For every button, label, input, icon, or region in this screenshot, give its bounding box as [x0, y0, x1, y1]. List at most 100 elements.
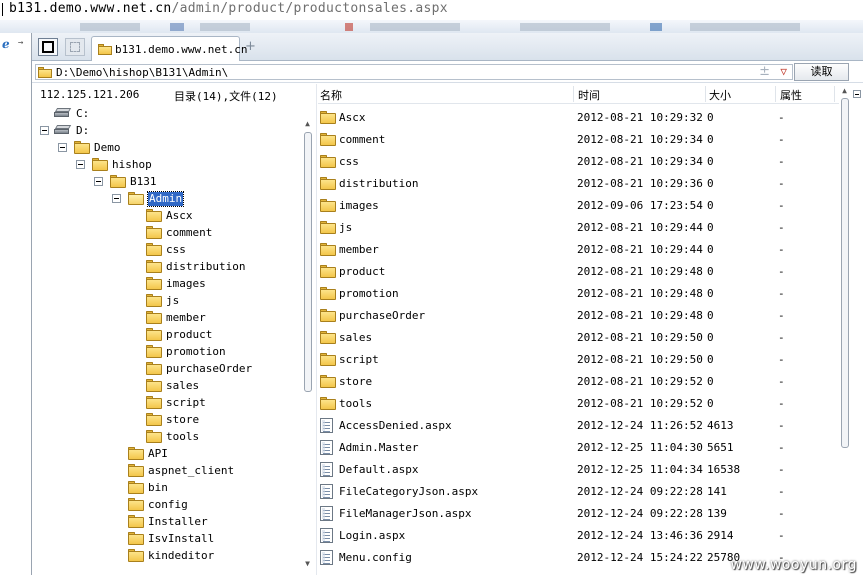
- arrow-right-icon: →: [18, 38, 24, 48]
- file-size: 0: [707, 397, 714, 410]
- table-row[interactable]: promotion 2012-08-21 10:29:48 0 -: [318, 283, 838, 305]
- toggle-panel-button[interactable]: [38, 38, 58, 56]
- table-row[interactable]: script 2012-08-21 10:29:50 0 -: [318, 349, 838, 371]
- file-time: 2012-08-21 10:29:34: [577, 155, 703, 168]
- scroll-thumb[interactable]: [304, 132, 312, 392]
- file-attr: -: [778, 111, 785, 124]
- path-input[interactable]: D:\Demo\hishop\B131\Admin\ ± ▽: [35, 64, 793, 80]
- file-name: AccessDenied.aspx: [339, 419, 452, 432]
- scroll-thumb[interactable]: [841, 98, 849, 448]
- address-bar[interactable]: b131.demo.www.net.cn/admin/product/produ…: [0, 0, 863, 20]
- tree-scrollbar[interactable]: ▲ ▼: [302, 120, 313, 570]
- scroll-up-icon[interactable]: ▲: [303, 120, 312, 128]
- table-row[interactable]: Login.aspx 2012-12-24 13:46:36 2914 -: [318, 525, 838, 547]
- column-time[interactable]: 时间: [578, 87, 600, 103]
- table-row[interactable]: css 2012-08-21 10:29:34 0 -: [318, 151, 838, 173]
- tree-node-label: aspnet_client: [148, 464, 235, 477]
- new-tab-button[interactable]: +: [245, 39, 256, 54]
- file-attr: -: [778, 287, 785, 300]
- table-row[interactable]: FileCategoryJson.aspx 2012-12-24 09:22:28…: [318, 481, 838, 503]
- folder-icon: [320, 243, 336, 259]
- table-row[interactable]: FileManagerJson.aspx 2012-12-24 09:22:28 1…: [318, 503, 838, 525]
- file-list-scrollbar[interactable]: ▲: [839, 84, 850, 575]
- file-name: Admin.Master: [339, 441, 419, 454]
- column-separator[interactable]: [775, 86, 776, 102]
- file-size: 141: [707, 485, 727, 498]
- tree-node-label: product: [166, 328, 213, 341]
- file-name: member: [339, 243, 379, 256]
- file-time: 2012-12-24 09:22:28: [577, 485, 703, 498]
- directory-tree: C: D: Demo hishop B131 Admin Ascx comment css dis…: [32, 106, 302, 575]
- left-gutter: ℯ →: [0, 33, 32, 575]
- folder-icon: [320, 375, 336, 391]
- square-icon: [70, 42, 80, 52]
- table-row[interactable]: tools 2012-08-21 10:29:52 0 -: [318, 393, 838, 415]
- collapse-icon[interactable]: [94, 177, 103, 186]
- scroll-down-icon[interactable]: ▼: [303, 560, 312, 568]
- drive-icon: [54, 125, 72, 138]
- tab-bar: b131.demo.www.net.cn +: [32, 33, 863, 61]
- collapse-icon[interactable]: [76, 160, 85, 169]
- read-button[interactable]: 读取: [794, 63, 849, 81]
- folder-icon: [146, 260, 162, 276]
- file-time: 2012-12-24 09:22:28: [577, 507, 703, 520]
- collapse-icon[interactable]: [58, 143, 67, 152]
- address-url[interactable]: b131.demo.www.net.cn/admin/product/produ…: [9, 0, 448, 17]
- table-row[interactable]: Ascx 2012-08-21 10:29:32 0 -: [318, 107, 838, 129]
- tree-node-label: distribution: [166, 260, 246, 273]
- collapse-icon[interactable]: [853, 90, 861, 98]
- tree-node-label: member: [166, 311, 206, 324]
- file-name: css: [339, 155, 359, 168]
- column-separator[interactable]: [705, 86, 706, 102]
- folder-icon: [128, 464, 144, 480]
- tree-node-label: script: [166, 396, 206, 409]
- scroll-up-icon[interactable]: ▲: [840, 87, 849, 95]
- path-text: D:\Demo\hishop\B131\Admin\: [56, 66, 229, 79]
- column-size[interactable]: 大小: [709, 87, 731, 103]
- file-time: 2012-08-21 10:29:32: [577, 111, 703, 124]
- file-attr: -: [778, 463, 785, 476]
- chevron-down-icon[interactable]: ▽: [780, 65, 787, 78]
- text-cursor: [2, 3, 3, 16]
- collapse-icon[interactable]: [112, 194, 121, 203]
- collapse-icon[interactable]: [40, 126, 49, 135]
- folder-icon: [146, 379, 162, 395]
- table-row[interactable]: purchaseOrder 2012-08-21 10:29:48 0 -: [318, 305, 838, 327]
- tree-node-label: purchaseOrder: [166, 362, 253, 375]
- folder-icon: [146, 362, 162, 378]
- table-row[interactable]: Admin.Master 2012-12-25 11:04:30 5651 -: [318, 437, 838, 459]
- file-time: 2012-08-21 10:29:44: [577, 243, 703, 256]
- add-bookmark-icon[interactable]: ±: [759, 64, 770, 79]
- folder-icon: [128, 447, 144, 463]
- file-attr: -: [778, 177, 785, 190]
- column-separator[interactable]: [834, 86, 835, 102]
- tree-node-label: hishop: [112, 158, 152, 171]
- tab-site[interactable]: b131.demo.www.net.cn: [91, 36, 247, 61]
- column-attr[interactable]: 属性: [780, 87, 802, 103]
- secondary-panel-button[interactable]: [65, 38, 85, 56]
- folder-icon: [146, 345, 162, 361]
- folder-icon: [146, 226, 162, 242]
- table-row[interactable]: AccessDenied.aspx 2012-12-24 11:26:52 4613…: [318, 415, 838, 437]
- background-window-strip: [0, 20, 863, 33]
- table-row[interactable]: Default.aspx 2012-12-25 11:04:34 16538 -: [318, 459, 838, 481]
- table-row[interactable]: product 2012-08-21 10:29:48 0 -: [318, 261, 838, 283]
- column-separator[interactable]: [573, 86, 574, 102]
- table-row[interactable]: store 2012-08-21 10:29:52 0 -: [318, 371, 838, 393]
- table-row[interactable]: js 2012-08-21 10:29:44 0 -: [318, 217, 838, 239]
- tree-node-label: js: [166, 294, 180, 307]
- table-row[interactable]: sales 2012-08-21 10:29:50 0 -: [318, 327, 838, 349]
- file-size: 0: [707, 133, 714, 146]
- tree-node-label: kindeditor: [148, 549, 215, 562]
- table-row[interactable]: comment 2012-08-21 10:29:34 0 -: [318, 129, 838, 151]
- column-name[interactable]: 名称: [320, 87, 342, 103]
- table-row[interactable]: distribution 2012-08-21 10:29:36 0 -: [318, 173, 838, 195]
- table-row[interactable]: member 2012-08-21 10:29:44 0 -: [318, 239, 838, 261]
- table-row[interactable]: images 2012-09-06 17:23:54 0 -: [318, 195, 838, 217]
- file-name: Ascx: [339, 111, 366, 124]
- file-list-pane: 名称 时间 大小 属性 Ascx 2012-08-21 10:29:32 0 - com…: [318, 84, 863, 575]
- file-size: 0: [707, 199, 714, 212]
- folder-icon: [320, 265, 336, 281]
- folder-icon: [146, 311, 162, 327]
- folder-icon: [320, 111, 336, 127]
